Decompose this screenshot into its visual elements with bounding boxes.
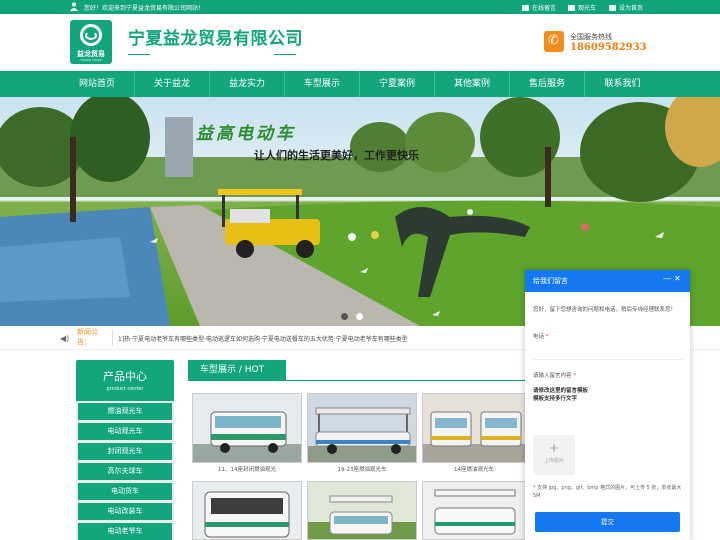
- online-message-link[interactable]: 在线留言: [522, 3, 556, 12]
- product-card-1[interactable]: [192, 393, 302, 463]
- category-electric-truck[interactable]: 电动货车: [78, 483, 172, 500]
- message-panel-header: 给我们留言 — ✕: [525, 270, 690, 292]
- plus-icon: +: [548, 441, 560, 455]
- user-icon: [70, 2, 78, 11]
- upload-hint: * 支持 jpg、png、gif、bmp 格式的图片，可上传 5 张，单张最大 …: [533, 485, 682, 499]
- nav-about[interactable]: 关于益龙: [135, 71, 210, 97]
- category-modified-vehicle[interactable]: 电动改装车: [78, 503, 172, 520]
- top-bar: 您好！欢迎来到宁夏益龙贸易有限公司网站！ 在线留言 观光车 设为首页: [0, 0, 720, 14]
- product-caption-1[interactable]: 11、14座封闭燃油观光: [189, 465, 305, 473]
- nav-other-cases[interactable]: 其他案例: [435, 71, 510, 97]
- product-card-6[interactable]: [422, 481, 526, 540]
- site-header: 益龙贸易 YILONG TRADE 宁夏益龙贸易有限公司 全国服务热线 1860…: [0, 14, 720, 71]
- document-icon: [568, 4, 575, 11]
- main-nav: 网站首页 关于益龙 益龙实力 车型展示 宁夏案例 其他案例 售后服务 联系我们: [0, 71, 720, 97]
- banner-slogan-main: 益高电动车: [196, 124, 296, 144]
- company-name: 宁夏益龙贸易有限公司: [128, 29, 303, 49]
- message-icon: [522, 4, 529, 11]
- banner-slogan-sub: 让人们的生活更美好，工作更快乐: [254, 149, 419, 162]
- product-image: [423, 482, 525, 539]
- message-panel: 给我们留言 — ✕ 您好，留下您想咨询的问题和电话，稍后专线经理联系您！ 电话 …: [525, 270, 690, 540]
- nav-after-sales[interactable]: 售后服务: [510, 71, 585, 97]
- category-vintage-car[interactable]: 电动老爷车: [78, 523, 172, 540]
- speaker-icon: ◀): [60, 334, 70, 343]
- news-label: 新闻公告：: [77, 328, 98, 346]
- message-intro: 您好，留下您想咨询的问题和电话，稍后专线经理联系您！: [533, 307, 677, 313]
- content-label: 请输入留言内容 *: [533, 373, 577, 379]
- template-line-1: 请修改这里的留言模板: [533, 388, 589, 394]
- product-category-list: 燃油观光车 电动观光车 封闭观光车 高尔夫球车 电动货车 电动改装车 电动老爷车: [76, 401, 174, 540]
- product-caption-3[interactable]: 14座燃油观光车: [420, 465, 528, 473]
- product-image: [193, 394, 301, 462]
- logo-subtext: YILONG TRADE: [79, 58, 103, 62]
- nav-ningxia-cases[interactable]: 宁夏案例: [360, 71, 435, 97]
- product-image: [308, 394, 416, 462]
- nav-strength[interactable]: 益龙实力: [210, 71, 285, 97]
- home-icon: [609, 4, 616, 11]
- close-icon[interactable]: ✕: [674, 274, 681, 283]
- nav-home[interactable]: 网站首页: [60, 71, 135, 97]
- category-fuel-sightseeing[interactable]: 燃油观光车: [78, 403, 172, 420]
- site-logo[interactable]: 益龙贸易 YILONG TRADE: [70, 20, 112, 64]
- phone-label: 电话 *: [533, 334, 549, 340]
- news-divider: [112, 330, 113, 346]
- nav-contact[interactable]: 联系我们: [585, 71, 660, 97]
- category-golf-cart[interactable]: 高尔夫球车: [78, 463, 172, 480]
- nav-models[interactable]: 车型展示: [285, 71, 360, 97]
- section-title[interactable]: 车型展示 / HOT: [188, 360, 286, 381]
- news-ticker[interactable]: 1]热·宁夏电动老爷车有哪些类型·电动巡逻车如何选购·宁夏电动送餐车的五大优势·…: [118, 334, 408, 343]
- section-divider: [286, 380, 525, 381]
- product-card-4[interactable]: [192, 481, 302, 540]
- set-homepage-link[interactable]: 设为首页: [609, 3, 643, 12]
- upload-label: 上传图片: [543, 458, 564, 464]
- product-caption-2[interactable]: 19-23座燃油观光车: [304, 465, 420, 473]
- category-enclosed-sightseeing[interactable]: 封闭观光车: [78, 443, 172, 460]
- category-electric-sightseeing[interactable]: 电动观光车: [78, 423, 172, 440]
- hotline-label: 全国服务热线: [570, 33, 612, 41]
- hotline-number: 18609582933: [570, 42, 647, 53]
- template-line-2: 模板支持多行文字: [533, 396, 578, 402]
- minimize-icon[interactable]: —: [663, 274, 671, 283]
- product-card-2[interactable]: [307, 393, 417, 463]
- message-panel-title: 给我们留言: [533, 277, 568, 285]
- product-image: [193, 482, 301, 539]
- product-center-header: 产品中心 product center: [76, 360, 174, 401]
- welcome-text: 您好！欢迎来到宁夏益龙贸易有限公司网站！: [84, 5, 205, 12]
- slide-dot-2[interactable]: [356, 313, 363, 320]
- product-image: [423, 394, 525, 462]
- sightseeing-car-link[interactable]: 观光车: [568, 3, 596, 12]
- logo-swirl: [85, 31, 97, 40]
- phone-icon: [544, 31, 564, 52]
- slide-dot-1[interactable]: [341, 313, 348, 320]
- product-center-title: 产品中心: [103, 370, 147, 383]
- submit-button[interactable]: 提交: [535, 512, 680, 532]
- product-card-3[interactable]: [422, 393, 526, 463]
- product-center-subtitle: product center: [106, 386, 144, 392]
- upload-image-button[interactable]: + 上传图片: [533, 435, 575, 475]
- product-image: [308, 482, 416, 539]
- message-textarea[interactable]: 请修改这里的留言模板 模板支持多行文字: [533, 387, 683, 427]
- company-underline: [128, 54, 296, 55]
- phone-field[interactable]: [533, 340, 683, 360]
- product-card-5[interactable]: [307, 481, 417, 540]
